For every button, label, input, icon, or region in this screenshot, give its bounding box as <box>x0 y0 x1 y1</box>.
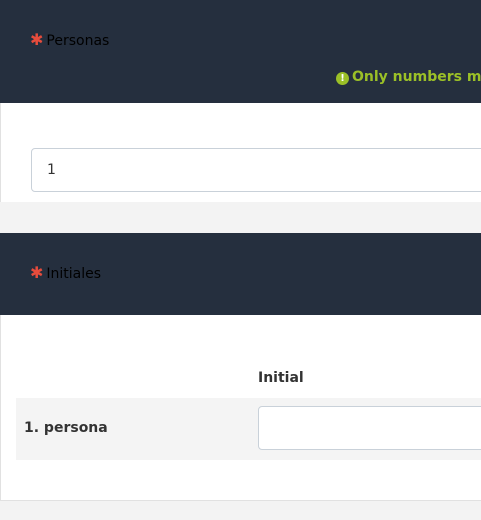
question-initiales-title: ✱ Initiales <box>30 264 101 283</box>
question-personas-label: Personas <box>46 33 110 49</box>
question-personas-header <box>0 0 481 103</box>
validation-tip-text: Only numbers may <box>352 69 481 85</box>
exclamation-circle-icon: ! <box>336 72 349 85</box>
personas-number-input[interactable]: 1 <box>31 148 481 192</box>
question-personas-title: ✱ Personas <box>30 31 109 50</box>
validation-tip: !Only numbers may <box>336 68 481 86</box>
column-header-initial: Initial <box>258 370 304 386</box>
required-asterisk-icon: ✱ <box>30 30 44 49</box>
question-initiales-label: Initiales <box>46 266 102 282</box>
required-asterisk-icon: ✱ <box>30 263 44 282</box>
row-label-persona-1: 1. persona <box>24 420 108 436</box>
initial-text-input-1[interactable] <box>258 406 481 450</box>
